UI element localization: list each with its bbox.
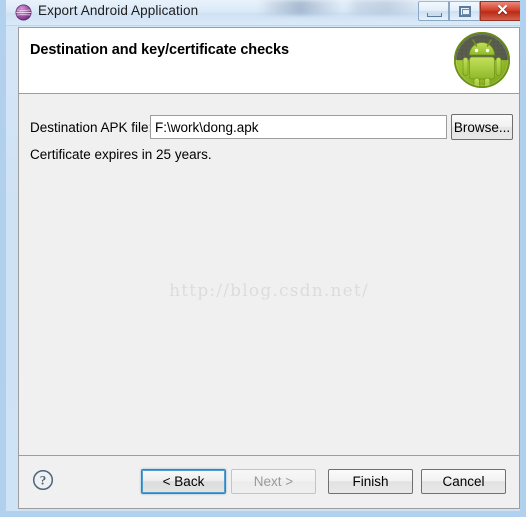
dialog-button-bar: ? < Back Next > Finish Cancel: [19, 455, 519, 508]
close-button[interactable]: ✕: [480, 1, 520, 21]
svg-text:?: ?: [40, 473, 47, 488]
certificate-expiry-text: Certificate expires in 25 years.: [30, 147, 212, 162]
browse-button[interactable]: Browse...: [451, 114, 513, 140]
minimize-button[interactable]: [418, 1, 449, 21]
export-dialog: Destination and key/certificate checks D…: [18, 27, 520, 509]
android-robot-icon: [452, 30, 512, 90]
maximize-restore-button[interactable]: [449, 1, 480, 21]
close-icon: ✕: [496, 3, 509, 19]
next-button: Next >: [231, 469, 316, 494]
help-icon[interactable]: ?: [32, 469, 54, 491]
window-title: Export Android Application: [38, 3, 199, 18]
watermark-text: http://blog.csdn.net/: [169, 281, 369, 301]
cancel-button[interactable]: Cancel: [421, 469, 506, 494]
finish-button[interactable]: Finish: [328, 469, 413, 494]
eclipse-sphere-icon: [15, 4, 32, 21]
restore-icon: [459, 6, 471, 17]
page-title: Destination and key/certificate checks: [30, 42, 289, 58]
minimize-icon: [427, 13, 442, 17]
title-bar[interactable]: Export Android Application ✕: [6, 0, 520, 26]
destination-apk-label: Destination APK file:: [30, 120, 153, 135]
blurred-background-region: [258, 0, 443, 15]
dialog-content: Destination APK file: Browse... Certific…: [19, 95, 519, 455]
destination-apk-input[interactable]: [150, 115, 447, 139]
dialog-header: Destination and key/certificate checks: [19, 28, 519, 94]
back-button[interactable]: < Back: [141, 469, 226, 494]
destination-row: Destination APK file: Browse...: [19, 114, 519, 141]
dialog-window: Export Android Application ✕ Destination…: [0, 0, 526, 517]
